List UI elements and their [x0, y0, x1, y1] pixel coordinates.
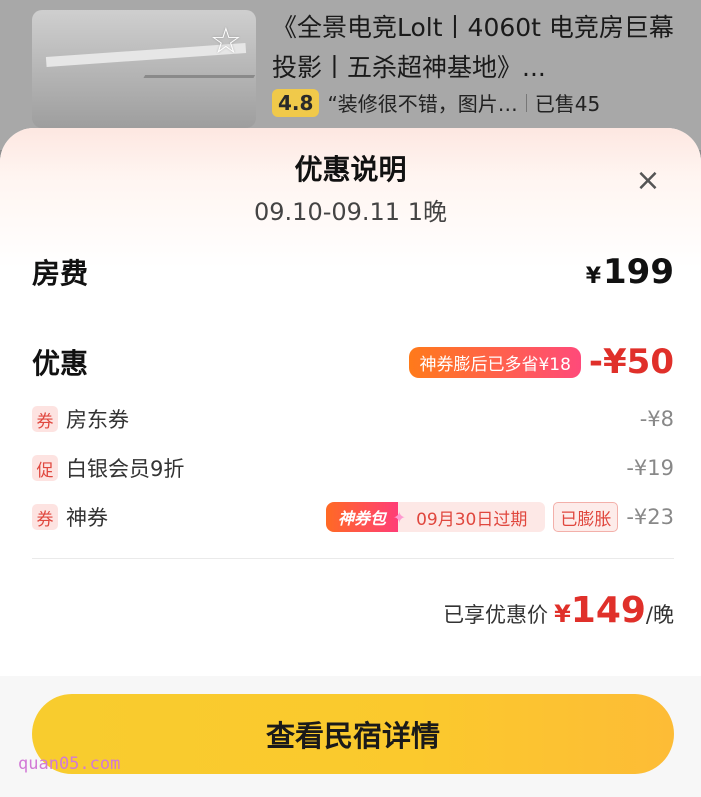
coupon-pack-brand-text: 神券包	[338, 509, 387, 528]
discount-total: -¥50	[588, 342, 674, 382]
discount-item-label: 白银会员9折	[66, 457, 185, 481]
discount-summary: 神券膨后已多省¥18 -¥50	[409, 342, 674, 382]
final-price-row: 已享优惠价 ¥149 /晚	[443, 590, 674, 631]
discount-item-right: -¥8	[640, 407, 674, 431]
discount-item-label: 房东券	[66, 408, 129, 432]
coupon-pack-tag: 神券包 ✦ 09月30日过期	[326, 502, 546, 532]
sheet-title: 优惠说明	[294, 153, 407, 186]
favorite-star-icon[interactable]: ☆	[210, 24, 242, 60]
room-fee-value: 199	[603, 252, 674, 292]
room-fee-label: 房费	[32, 257, 89, 290]
view-homestay-details-button[interactable]: 查看民宿详情	[32, 694, 674, 774]
room-fee-row: 房费 ¥199	[32, 252, 674, 292]
thumbnail-railing	[108, 75, 256, 128]
stay-dates: 09.10-09.11 1晚	[254, 198, 447, 226]
room-fee-amount: ¥199	[586, 252, 674, 292]
coupon-badge: 券	[32, 406, 58, 432]
discount-item-landlord-coupon: 券 房东券 -¥8	[32, 404, 674, 434]
discount-item-label: 神券	[66, 506, 108, 530]
final-price: ¥149	[554, 590, 646, 631]
discount-label: 优惠	[32, 347, 89, 380]
sparkle-icon: ✦	[392, 508, 407, 527]
listing-meta: 4.8 “装修很不错，图片… 已售45	[272, 88, 600, 117]
coupon-expiry: 09月30日过期	[398, 502, 546, 532]
discount-item-member: 促 白银会员9折 -¥19	[32, 453, 674, 483]
discount-item-super-coupon: 券 神券 神券包 ✦ 09月30日过期 已膨胀 -¥23	[32, 502, 674, 532]
final-price-unit: /晚	[645, 603, 674, 627]
discount-item-right: 神券包 ✦ 09月30日过期 已膨胀 -¥23	[326, 502, 674, 532]
discount-sheet: 优惠说明 09.10-09.11 1晚 × 房费 ¥199 优惠 神券膨后已多省…	[0, 128, 701, 797]
close-icon: ×	[635, 162, 661, 198]
coupon-pack-brand: 神券包 ✦	[326, 502, 406, 532]
sold-count: 已售45	[534, 92, 601, 116]
final-price-value: 149	[570, 590, 646, 631]
divider	[32, 558, 674, 559]
coupon-badge: 券	[32, 504, 58, 530]
currency-symbol: ¥	[554, 600, 571, 628]
promo-badge: 促	[32, 455, 58, 481]
currency-symbol: ¥	[585, 264, 602, 289]
discount-row: 优惠 神券膨后已多省¥18 -¥50	[32, 342, 674, 382]
discount-item-amount: -¥19	[626, 456, 674, 480]
listing-title: 《全景电竞Lolt丨4060t 电竞房巨幕投影丨五杀超神基地》...	[272, 13, 674, 82]
review-snippet: “装修很不错，图片…	[327, 92, 518, 116]
meta-divider	[525, 93, 527, 112]
rating-badge: 4.8	[272, 88, 320, 117]
discount-item-right: -¥19	[626, 456, 674, 480]
close-button[interactable]: ×	[630, 162, 666, 198]
discount-item-amount: -¥8	[639, 407, 674, 431]
watermark: quan05.com	[18, 754, 121, 774]
discount-item-amount: -¥23	[626, 505, 674, 529]
final-price-label: 已享优惠价	[443, 603, 549, 627]
listing-thumbnail: ☆	[32, 10, 256, 128]
saved-tag: 神券膨后已多省¥18	[409, 346, 581, 378]
inflated-badge: 已膨胀	[553, 502, 619, 532]
